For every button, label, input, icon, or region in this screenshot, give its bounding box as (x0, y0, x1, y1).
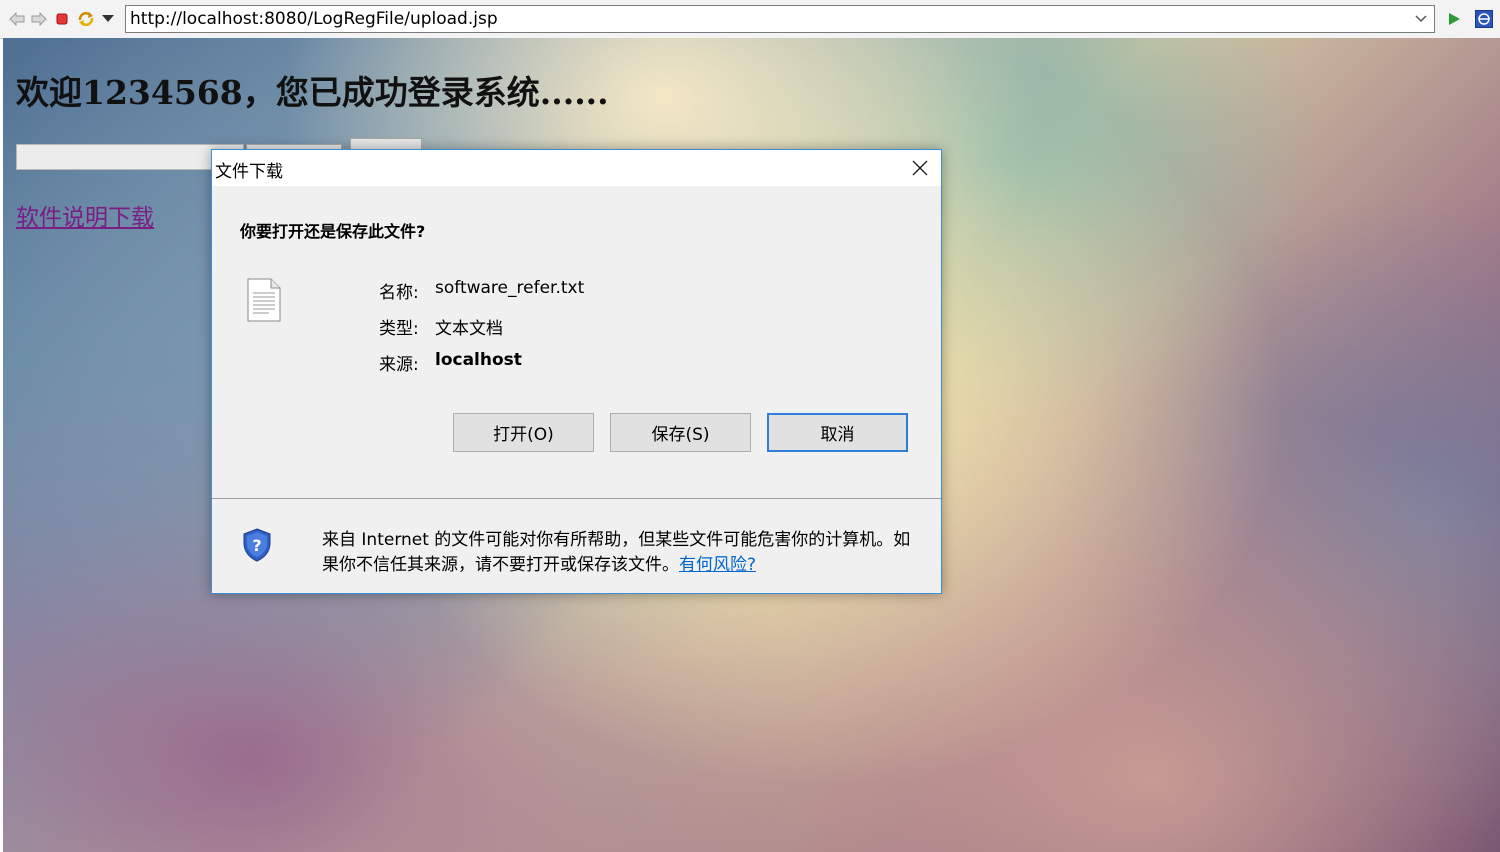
software-doc-download-link[interactable]: 软件说明下载 (16, 198, 154, 232)
dialog-titlebar[interactable]: 文件下载 (212, 150, 941, 186)
menu-dropdown-icon[interactable] (99, 10, 117, 28)
file-type-label: 类型: (379, 319, 419, 339)
file-name-label: 名称: (379, 283, 419, 303)
file-name-value: software_refer.txt (435, 278, 585, 298)
go-icon[interactable] (1445, 10, 1463, 28)
address-bar[interactable] (125, 5, 1435, 33)
save-button[interactable]: 保存(S) (610, 413, 751, 452)
risk-info-link[interactable]: 有何风险? (679, 555, 756, 575)
dialog-question: 你要打开还是保存此文件? (240, 222, 426, 241)
security-warning: 来自 Internet 的文件可能对你有所帮助，但某些文件可能危害你的计算机。如… (322, 528, 912, 578)
browser-toolbar (0, 0, 1500, 39)
text-file-icon (247, 278, 281, 326)
file-type-value: 文本文档 (435, 319, 503, 339)
dialog-separator (212, 498, 941, 499)
back-icon[interactable] (8, 10, 26, 28)
refresh-icon[interactable] (77, 10, 95, 28)
open-button[interactable]: 打开(O) (453, 413, 594, 452)
close-icon[interactable] (905, 154, 935, 182)
welcome-heading: 欢迎1234568，您已成功登录系统...... (16, 73, 609, 112)
shield-icon: ? (242, 528, 272, 566)
file-download-dialog: 文件下载 你要打开还是保存此文件? 名称: software_refer.txt… (211, 149, 942, 594)
logo-icon[interactable] (1475, 10, 1493, 28)
forward-icon[interactable] (30, 10, 48, 28)
warning-text-body: 来自 Internet 的文件可能对你有所帮助，但某些文件可能危害你的计算机。如… (322, 530, 911, 575)
stop-icon[interactable] (53, 10, 71, 28)
cancel-button[interactable]: 取消 (767, 413, 908, 452)
address-input[interactable] (126, 6, 1414, 32)
svg-text:?: ? (252, 536, 261, 555)
file-source-value: localhost (435, 350, 522, 370)
file-source-label: 来源: (379, 355, 419, 375)
file-path-input[interactable] (16, 144, 244, 170)
dialog-title: 文件下载 (215, 162, 283, 182)
address-dropdown-icon[interactable] (1412, 10, 1430, 28)
